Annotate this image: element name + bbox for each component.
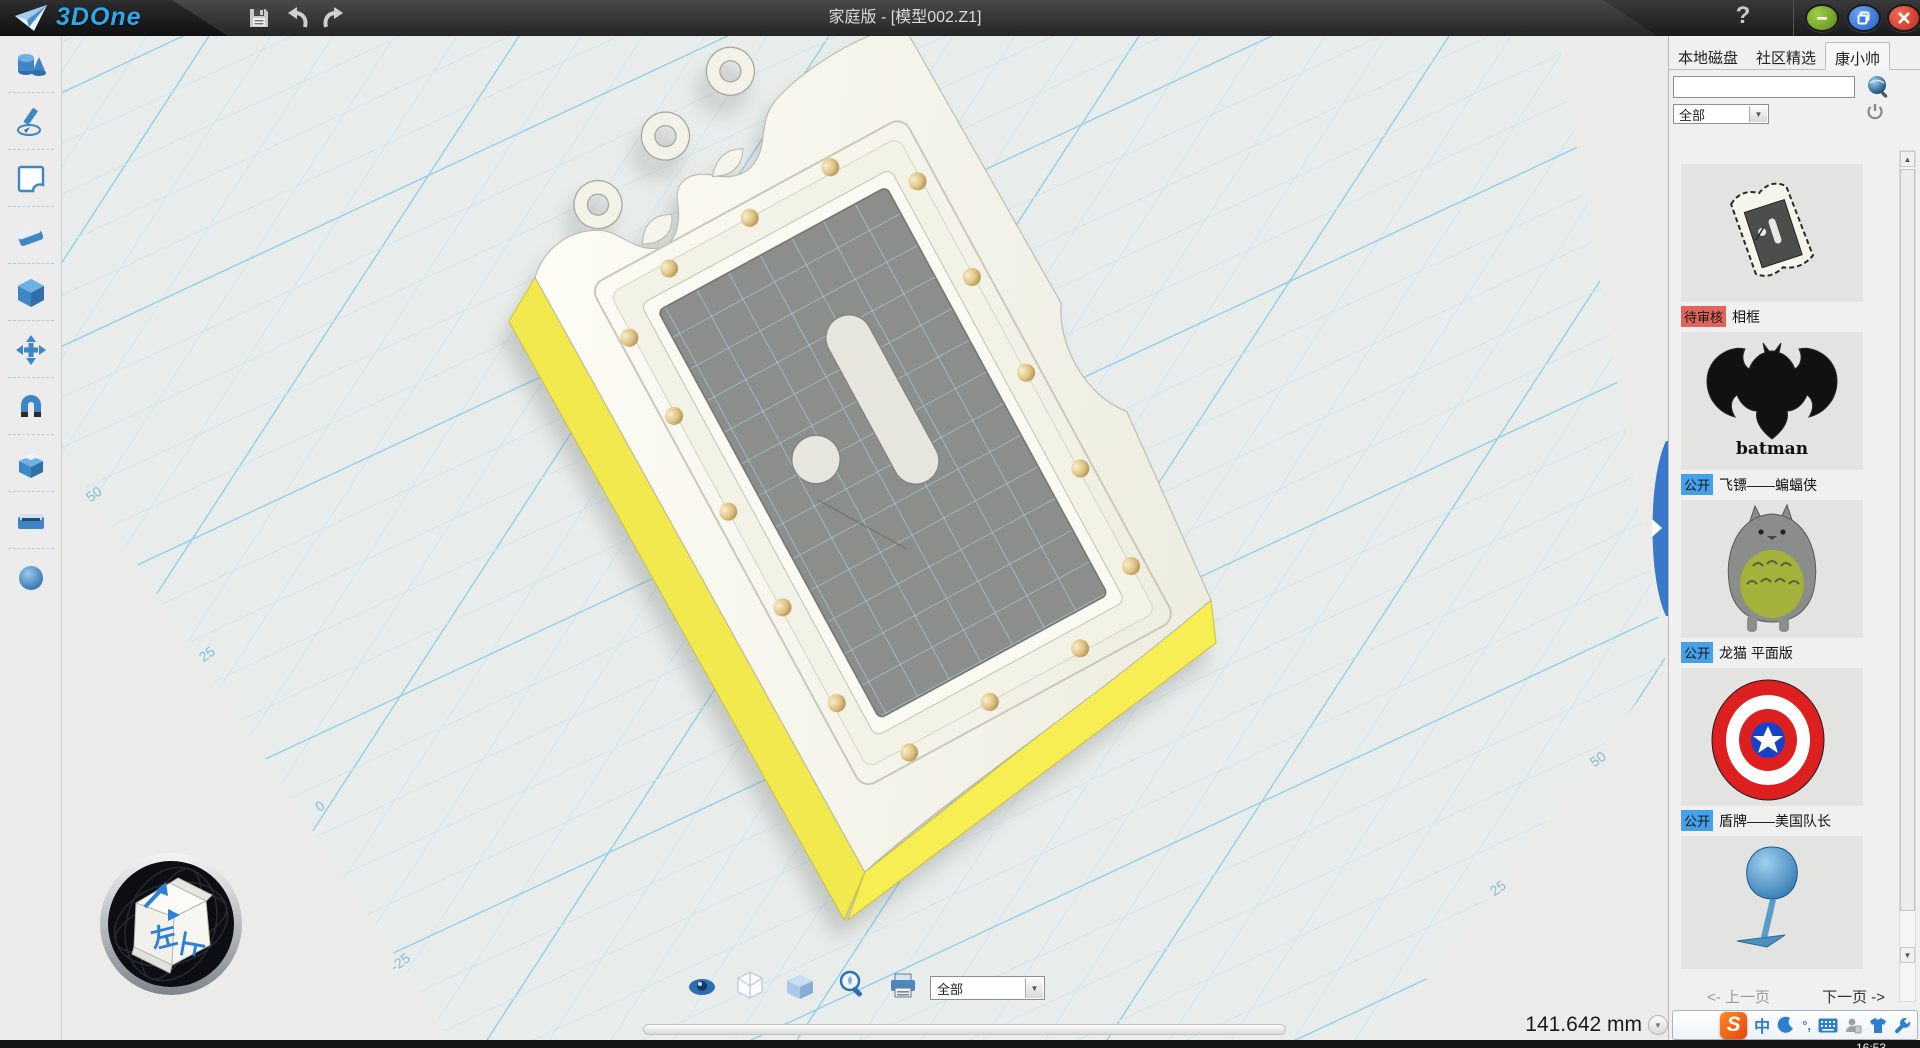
magnet-snap-icon[interactable] — [0, 378, 62, 435]
search-icon[interactable] — [1865, 74, 1891, 100]
power-icon[interactable] — [1865, 102, 1885, 122]
redo-button[interactable] — [318, 5, 348, 31]
thumb-captain-shield[interactable] — [1681, 668, 1863, 806]
tab-local-disk[interactable]: 本地磁盘 — [1669, 42, 1747, 69]
display-filter-value: 全部 — [937, 979, 963, 998]
next-page-button[interactable]: 下一页 -> — [1822, 986, 1885, 1007]
shaded-cube-icon[interactable] — [785, 974, 815, 1000]
status-badge: 公开 — [1681, 474, 1713, 495]
eraser-icon[interactable] — [0, 207, 62, 264]
viewcube-top-label: 上 — [175, 930, 209, 961]
list-item[interactable]: batman 公开 飞镖——蝙蝠侠 — [1681, 332, 1863, 495]
primitive-solids-icon[interactable] — [0, 36, 62, 93]
category-filter-dropdown[interactable]: 全部 ▼ — [1673, 104, 1769, 124]
clock: 16:53 — [1856, 1041, 1886, 1048]
window-title: 家庭版 - [模型002.Z1] — [760, 0, 1050, 36]
close-button[interactable] — [1887, 4, 1920, 32]
search-input[interactable] — [1673, 76, 1855, 98]
titlebar-separator — [1793, 0, 1794, 36]
sogou-logo[interactable]: S — [1720, 1012, 1747, 1039]
sketch-plane-icon[interactable] — [0, 150, 62, 207]
punctuation-icon[interactable]: °, — [1802, 1018, 1811, 1033]
skin-shirt-icon[interactable] — [1869, 1017, 1887, 1034]
batman-text: batman — [1736, 439, 1808, 459]
status-badge: 公开 — [1681, 810, 1713, 831]
assembly-box-icon[interactable] — [0, 435, 62, 492]
undo-button[interactable] — [283, 5, 313, 31]
scale-dropdown-icon[interactable]: ▼ — [1648, 1015, 1668, 1035]
chevron-down-icon[interactable]: ▼ — [1749, 106, 1767, 122]
scroll-up-icon[interactable]: ▲ — [1900, 151, 1915, 167]
titlebar: 3DOne 家庭版 - [模型002.Z1] ? — [0, 0, 1920, 36]
thumb-totoro[interactable] — [1681, 500, 1863, 638]
view-cube[interactable]: 左 上 — [98, 851, 245, 998]
app-logo: 3DOne — [14, 3, 142, 32]
item-label: 盾牌——美国队长 — [1719, 811, 1831, 831]
item-label: 龙猫 平面版 — [1719, 643, 1793, 663]
canvas-bottom-handle[interactable] — [643, 1024, 1286, 1035]
list-item[interactable]: 待审核 相框 — [1681, 164, 1863, 327]
app-logo-text: 3DOne — [56, 3, 142, 32]
library-sidebar: 本地磁盘 社区精选 康小帅 全部 ▼ — [1668, 36, 1920, 1048]
category-filter-value: 全部 — [1679, 105, 1705, 124]
left-toolbar — [0, 36, 62, 1048]
visibility-eye-icon[interactable] — [687, 974, 717, 1000]
os-taskbar-strip: 16:53 — [0, 1040, 1920, 1048]
sidebar-tabs: 本地磁盘 社区精选 康小帅 — [1669, 42, 1920, 70]
printer-icon[interactable] — [888, 972, 918, 1000]
save-button[interactable] — [244, 5, 274, 31]
sogou-ime-bar[interactable]: S 中 °, — [1672, 1010, 1918, 1040]
sidebar-scrollbar[interactable]: ▲ ▼ — [1899, 150, 1916, 1002]
maximize-button[interactable] — [1847, 4, 1881, 32]
user-icon[interactable] — [1845, 1017, 1862, 1034]
sidebar-flyout-handle[interactable] — [1640, 441, 1668, 616]
scrollbar-thumb[interactable] — [1900, 169, 1915, 911]
scroll-down-icon[interactable]: ▼ — [1900, 947, 1915, 963]
thumb-goblet[interactable] — [1681, 836, 1863, 969]
item-label: 相框 — [1732, 307, 1760, 327]
tab-user[interactable]: 康小帅 — [1825, 42, 1890, 70]
ime-lang-toggle[interactable]: 中 — [1754, 1013, 1770, 1037]
list-item[interactable]: 公开 盾牌——美国队长 — [1681, 668, 1863, 831]
list-item[interactable] — [1681, 836, 1863, 969]
wireframe-cube-icon[interactable] — [735, 970, 765, 1000]
status-badge: 待审核 — [1681, 306, 1726, 327]
chevron-down-icon[interactable]: ▼ — [1025, 978, 1043, 998]
scale-value: 141.642 mm — [1525, 1013, 1642, 1037]
wrench-icon[interactable] — [1894, 1017, 1911, 1034]
status-badge: 公开 — [1681, 642, 1713, 663]
minimize-button[interactable] — [1805, 4, 1839, 32]
list-item[interactable]: 公开 龙猫 平面版 — [1681, 500, 1863, 663]
display-filter-dropdown[interactable]: 全部 ▼ — [930, 976, 1045, 1000]
help-button[interactable]: ? — [1728, 2, 1758, 34]
thumb-batman[interactable]: batman — [1681, 332, 1863, 470]
item-label: 飞镖——蝙蝠侠 — [1719, 475, 1817, 495]
thumb-photo-frame[interactable] — [1681, 164, 1863, 302]
moon-icon[interactable] — [1777, 1016, 1795, 1034]
material-sphere-icon[interactable] — [0, 549, 62, 606]
toolbox-icon[interactable] — [0, 492, 62, 549]
move-transform-icon[interactable] — [0, 321, 62, 378]
sketch-draw-icon[interactable] — [0, 93, 62, 150]
zoom-magnifier-icon[interactable] — [838, 970, 868, 1000]
model-list: 待审核 相框 batman 公开 飞镖——蝙蝠侠 — [1669, 136, 1899, 1016]
scale-indicator: 141.642 mm ▼ — [1442, 1010, 1668, 1040]
tab-community[interactable]: 社区精选 — [1747, 42, 1825, 69]
solid-feature-icon[interactable] — [0, 264, 62, 321]
paper-plane-icon — [14, 4, 48, 32]
modeling-canvas[interactable]: 50 25 0 -25 25 50 — [62, 36, 1668, 1048]
prev-page-button[interactable]: <- 上一页 — [1707, 986, 1770, 1007]
keyboard-icon[interactable] — [1818, 1018, 1838, 1033]
